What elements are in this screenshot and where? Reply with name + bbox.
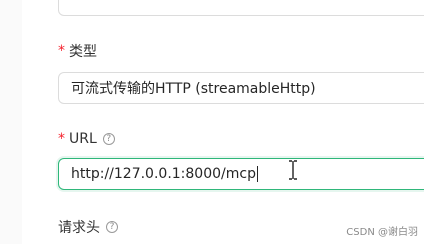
help-icon[interactable]: ?: [106, 221, 118, 233]
watermark: CSDN @谢白羽: [346, 227, 418, 238]
previous-field-input[interactable]: [58, 0, 424, 16]
url-label: URL: [69, 131, 97, 147]
required-mark: *: [58, 43, 65, 59]
left-edge-strip: [0, 0, 22, 244]
url-input-value: http://127.0.0.1:8000/mcp: [71, 166, 256, 182]
text-caret: [256, 166, 258, 182]
type-select[interactable]: 可流式传输的HTTP (streamableHttp): [58, 72, 424, 104]
text-cursor-icon: [289, 160, 297, 180]
headers-label-row: 请求头 ?: [58, 217, 118, 237]
url-input[interactable]: http://127.0.0.1:8000/mcp: [58, 158, 424, 190]
type-select-value: 可流式传输的HTTP (streamableHttp): [71, 81, 316, 97]
type-label: 类型: [69, 44, 97, 60]
help-icon[interactable]: ?: [102, 133, 115, 145]
type-label-row: * 类型: [58, 41, 97, 61]
required-mark: *: [58, 131, 65, 147]
headers-label: 请求头: [58, 220, 100, 236]
url-label-row: * URL ?: [58, 129, 115, 149]
form-panel: * 类型 可流式传输的HTTP (streamableHttp) * URL ?…: [0, 0, 424, 244]
